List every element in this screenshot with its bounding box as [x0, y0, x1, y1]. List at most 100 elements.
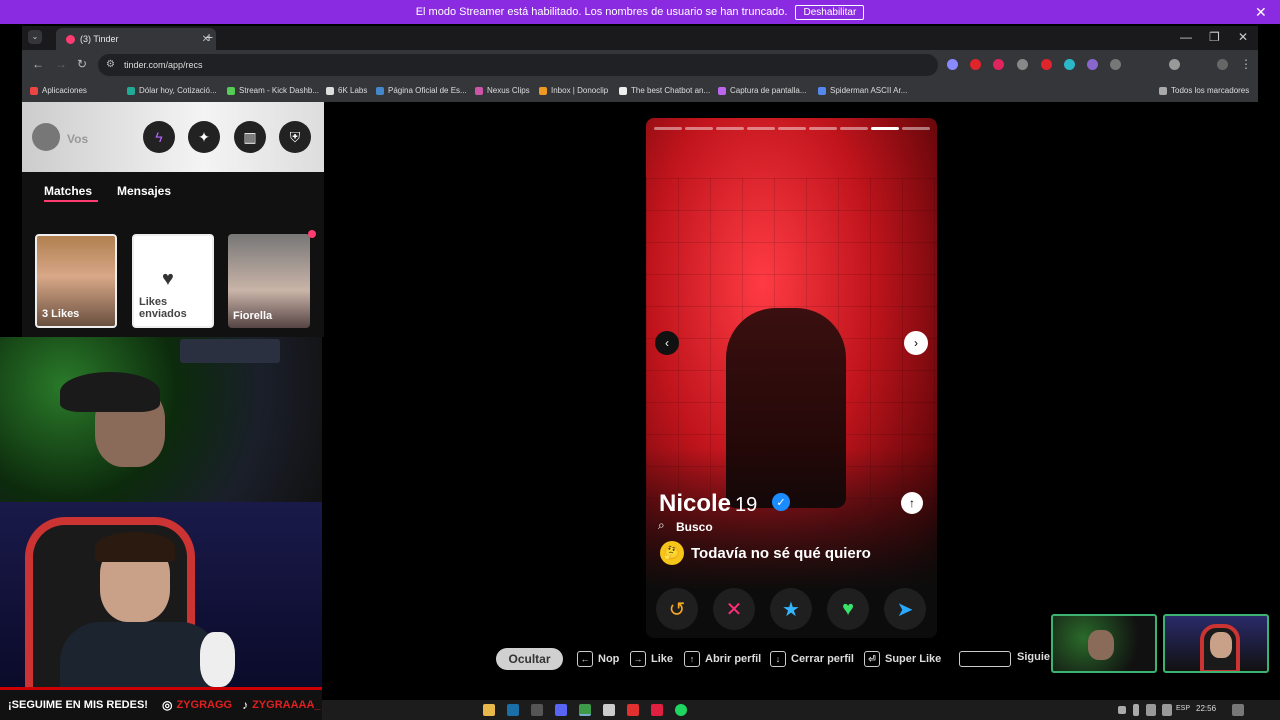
- extension-icon[interactable]: [1041, 59, 1052, 70]
- mic-icon[interactable]: [1133, 704, 1139, 716]
- nope-button[interactable]: ✕: [713, 588, 755, 630]
- tab-bar: ⌄ (3) Tinder ✕ + — ❐ ✕: [22, 26, 1258, 50]
- rewind-button[interactable]: ↺: [656, 588, 698, 630]
- age-text: 19: [735, 494, 758, 516]
- bookmark-item[interactable]: Inbox | Donoclip: [539, 86, 608, 95]
- app-icon[interactable]: [627, 704, 639, 716]
- match-card[interactable]: Fiorella: [228, 234, 310, 328]
- like-button[interactable]: ♥: [827, 588, 869, 630]
- restore-icon[interactable]: ❐: [1209, 30, 1220, 44]
- likes-card[interactable]: 3 Likes: [35, 234, 117, 328]
- tinder-favicon-icon: [66, 34, 75, 44]
- language-indicator[interactable]: ESP: [1176, 705, 1190, 712]
- photo-segment: [871, 127, 899, 130]
- extension-icon[interactable]: [993, 59, 1004, 70]
- mini-webcam-streamer: [1163, 614, 1269, 673]
- webcam-guest: [0, 337, 322, 502]
- tab-search-icon[interactable]: ⌄: [28, 30, 42, 44]
- tab-matches[interactable]: Matches: [44, 184, 92, 198]
- spotify-icon[interactable]: [675, 704, 687, 716]
- all-bookmarks-folder[interactable]: Todos los marcadores: [1159, 86, 1249, 95]
- banner-close-icon[interactable]: ✕: [1255, 4, 1267, 21]
- browser-window: ⌄ (3) Tinder ✕ + — ❐ ✕ ← → ↻ ⚙ tinder.co…: [22, 26, 1258, 102]
- shortcut-like: → Like: [630, 651, 673, 667]
- bookmarks-bar: Aplicaciones Dólar hoy, Cotizació... Str…: [22, 80, 1258, 102]
- user-name[interactable]: Vos: [67, 132, 88, 146]
- bookmark-item[interactable]: Dólar hoy, Cotizació...: [127, 86, 217, 95]
- site-info-icon[interactable]: ⚙: [106, 59, 115, 70]
- profile-icon[interactable]: [1217, 59, 1228, 70]
- bookmark-item[interactable]: 6K Labs: [326, 86, 367, 95]
- likes-sent-card[interactable]: ♥ Likes enviados: [132, 234, 214, 328]
- menu-icon[interactable]: ⋮: [1240, 57, 1252, 71]
- shield-icon[interactable]: ⛨: [279, 121, 311, 153]
- bookmark-item[interactable]: The best Chatbot an...: [619, 86, 710, 95]
- likes-count: 3 Likes: [42, 308, 80, 320]
- photo-segment: [840, 127, 868, 130]
- extension-icon[interactable]: [970, 59, 981, 70]
- photo-segment: [654, 127, 682, 130]
- tiktok-handle: ZYGRAAAA_: [252, 699, 321, 711]
- bookmark-item[interactable]: Nexus Clips: [475, 86, 530, 95]
- notification-icon[interactable]: [1232, 704, 1244, 716]
- forward-icon[interactable]: →: [55, 57, 67, 71]
- folder-icon[interactable]: [483, 704, 495, 716]
- boost-button[interactable]: ➤: [884, 588, 926, 630]
- tray-chevron-icon[interactable]: [1118, 706, 1126, 714]
- prev-photo-icon[interactable]: ‹: [655, 331, 679, 355]
- next-photo-icon[interactable]: ›: [904, 331, 928, 355]
- open-profile-icon[interactable]: ↑: [901, 492, 923, 514]
- new-tab-icon[interactable]: +: [205, 29, 213, 45]
- thinking-emoji-icon: 🤔: [660, 541, 684, 565]
- chrome-icon[interactable]: [579, 704, 591, 716]
- shortcut-super-like: ⏎ Super Like: [864, 651, 941, 667]
- network-icon[interactable]: [1146, 704, 1156, 716]
- extension-icon[interactable]: [1017, 59, 1028, 70]
- super-like-button[interactable]: ★: [770, 588, 812, 630]
- name-text: Nicole: [659, 490, 732, 517]
- obs-icon[interactable]: [603, 704, 615, 716]
- avatar[interactable]: [32, 123, 60, 151]
- downloads-icon[interactable]: [1169, 59, 1180, 70]
- tab-tinder[interactable]: (3) Tinder ✕: [56, 28, 216, 50]
- volume-icon[interactable]: [1162, 704, 1172, 716]
- steam-icon[interactable]: [507, 704, 519, 716]
- busco-label: Busco: [676, 520, 713, 534]
- photo-segment: [809, 127, 837, 130]
- bookmark-item[interactable]: Captura de pantalla...: [718, 86, 807, 95]
- explore-icon[interactable]: ✦: [188, 121, 220, 153]
- close-window-icon[interactable]: ✕: [1238, 30, 1248, 44]
- matches-sidebar: Vos ϟ ✦ ▥ ⛨ Matches Mensajes 3 Likes ♥ L…: [22, 102, 324, 337]
- address-bar[interactable]: ⚙ tinder.com/app/recs: [98, 54, 938, 76]
- bookmark-item[interactable]: Stream - Kick Dashb...: [227, 86, 319, 95]
- discord-icon[interactable]: [555, 704, 567, 716]
- like-icon: ♥: [842, 597, 854, 620]
- disable-streamer-button[interactable]: Deshabilitar: [795, 4, 865, 20]
- clock[interactable]: 22:56: [1196, 704, 1216, 713]
- reload-icon[interactable]: ↻: [77, 57, 87, 71]
- extension-icon[interactable]: [1110, 59, 1121, 70]
- search-icon: ⌕: [658, 518, 665, 532]
- app-icon[interactable]: [531, 704, 543, 716]
- back-icon[interactable]: ←: [32, 57, 44, 71]
- shortcut-open-profile: ↑ Abrir perfil: [684, 651, 761, 667]
- profile-name: Nicole 19: [659, 490, 757, 518]
- bookmark-item[interactable]: Página Oficial de Es...: [376, 86, 467, 95]
- banner-message: El modo Streamer está habilitado. Los no…: [415, 6, 788, 18]
- profile-card[interactable]: ‹ › Nicole 19 ✓ ↑ ⌕ Busco 🤔 Todavía no sé…: [646, 118, 937, 638]
- minimize-icon[interactable]: —: [1180, 30, 1192, 44]
- bookmark-item[interactable]: Aplicaciones: [30, 86, 87, 95]
- bookmark-item[interactable]: Spiderman ASCII Ar...: [818, 86, 907, 95]
- hide-shortcuts-button[interactable]: Ocultar: [496, 648, 563, 670]
- extension-icon[interactable]: [1087, 59, 1098, 70]
- tab-messages[interactable]: Mensajes: [117, 184, 171, 198]
- extension-icon[interactable]: [947, 59, 958, 70]
- briefcase-icon[interactable]: ▥: [234, 121, 266, 153]
- boost-icon: ➤: [896, 598, 914, 621]
- boost-icon[interactable]: ϟ: [143, 121, 175, 153]
- url-text: tinder.com/app/recs: [124, 60, 203, 70]
- enter-key-icon: ⏎: [864, 651, 880, 667]
- up-key-icon: ↑: [684, 651, 700, 667]
- youtube-icon[interactable]: [651, 704, 663, 716]
- extension-icon[interactable]: [1064, 59, 1075, 70]
